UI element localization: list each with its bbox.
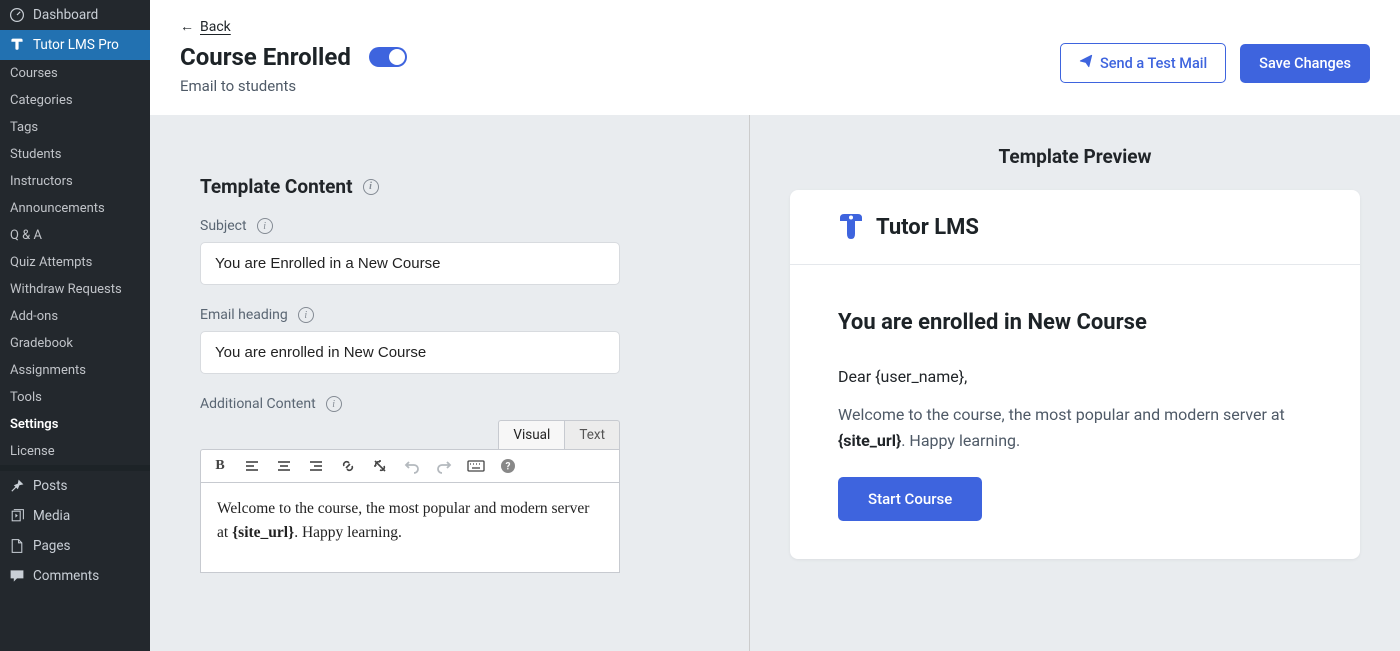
- sidebar-sub-tools[interactable]: Tools: [0, 384, 150, 411]
- preview-heading: Template Preview: [999, 145, 1152, 168]
- tab-visual[interactable]: Visual: [498, 420, 564, 449]
- back-link[interactable]: ← Back: [180, 18, 231, 35]
- send-test-mail-label: Send a Test Mail: [1100, 55, 1207, 72]
- arrow-left-icon: ←: [180, 18, 194, 35]
- wysiwyg-editor: Visual Text B ?: [200, 420, 620, 573]
- preview-card: Tutor LMS You are enrolled in New Course…: [790, 190, 1360, 559]
- tutor-lms-icon: [9, 37, 25, 53]
- enable-toggle[interactable]: [369, 47, 407, 67]
- sidebar-item-dashboard[interactable]: Dashboard: [0, 0, 150, 30]
- page-title: Course Enrolled: [180, 43, 351, 71]
- sidebar-sub-categories[interactable]: Categories: [0, 87, 150, 114]
- preview-email-heading: You are enrolled in New Course: [838, 310, 1312, 335]
- info-icon[interactable]: i: [257, 218, 273, 234]
- template-preview-panel: Template Preview Tutor LMS You are enrol…: [749, 115, 1400, 651]
- sidebar-sub-license[interactable]: License: [0, 438, 150, 465]
- redo-button[interactable]: [433, 455, 455, 477]
- email-heading-label: Email heading i: [200, 307, 699, 323]
- sidebar-comments-label: Comments: [33, 568, 99, 584]
- page-header: ← Back Course Enrolled Email to students: [150, 0, 1400, 115]
- back-label: Back: [200, 19, 231, 35]
- preview-body-text: Welcome to the course, the most popular …: [838, 402, 1312, 453]
- preview-greeting: Dear {user_name},: [838, 367, 1312, 386]
- sidebar-item-pages[interactable]: Pages: [0, 531, 150, 561]
- sidebar-sub-gradebook[interactable]: Gradebook: [0, 330, 150, 357]
- pushpin-icon: [9, 478, 25, 494]
- template-content-panel: Template Content i Subject i Email headi…: [150, 115, 749, 651]
- sidebar-item-media[interactable]: Media: [0, 501, 150, 531]
- main-content: ← Back Course Enrolled Email to students: [150, 0, 1400, 651]
- preview-brand-header: Tutor LMS: [790, 190, 1360, 265]
- align-center-button[interactable]: [273, 455, 295, 477]
- media-icon: [9, 508, 25, 524]
- unlink-button[interactable]: [369, 455, 391, 477]
- info-icon[interactable]: i: [298, 307, 314, 323]
- tutor-lms-logo-icon: [838, 212, 864, 242]
- preview-cta-button[interactable]: Start Course: [838, 477, 982, 521]
- editor-textarea[interactable]: Welcome to the course, the most popular …: [200, 483, 620, 573]
- info-icon[interactable]: i: [363, 179, 379, 195]
- sidebar-sub-withdraw-requests[interactable]: Withdraw Requests: [0, 276, 150, 303]
- subject-input[interactable]: [200, 242, 620, 285]
- tab-text[interactable]: Text: [564, 420, 620, 449]
- info-icon[interactable]: i: [326, 396, 342, 412]
- admin-sidebar: Dashboard Tutor LMS Pro Courses Categori…: [0, 0, 150, 651]
- template-content-heading: Template Content i: [200, 175, 699, 198]
- sidebar-active-label: Tutor LMS Pro: [33, 37, 119, 53]
- sidebar-sub-quiz-attempts[interactable]: Quiz Attempts: [0, 249, 150, 276]
- keyboard-button[interactable]: [465, 455, 487, 477]
- bold-button[interactable]: B: [209, 455, 231, 477]
- sidebar-dashboard-label: Dashboard: [33, 7, 98, 23]
- page-subtitle: Email to students: [180, 77, 407, 95]
- sidebar-posts-label: Posts: [33, 478, 67, 494]
- editor-toolbar: B ?: [200, 449, 620, 483]
- save-changes-label: Save Changes: [1259, 55, 1351, 72]
- sidebar-sub-courses[interactable]: Courses: [0, 60, 150, 87]
- paper-plane-icon: [1079, 54, 1093, 72]
- preview-brand-name: Tutor LMS: [876, 215, 979, 240]
- subject-label: Subject i: [200, 218, 699, 234]
- sidebar-sub-students[interactable]: Students: [0, 141, 150, 168]
- sidebar-sub-instructors[interactable]: Instructors: [0, 168, 150, 195]
- additional-content-label: Additional Content i: [200, 396, 699, 412]
- page-icon: [9, 538, 25, 554]
- help-button[interactable]: ?: [497, 455, 519, 477]
- sidebar-item-posts[interactable]: Posts: [0, 471, 150, 501]
- align-right-button[interactable]: [305, 455, 327, 477]
- link-button[interactable]: [337, 455, 359, 477]
- svg-text:?: ?: [506, 462, 511, 473]
- dashboard-icon: [9, 7, 25, 23]
- undo-button[interactable]: [401, 455, 423, 477]
- comment-icon: [9, 568, 25, 584]
- save-changes-button[interactable]: Save Changes: [1240, 44, 1370, 83]
- sidebar-sub-qa[interactable]: Q & A: [0, 222, 150, 249]
- email-heading-input[interactable]: [200, 331, 620, 374]
- sidebar-sub-addons[interactable]: Add-ons: [0, 303, 150, 330]
- sidebar-item-tutor-lms-pro[interactable]: Tutor LMS Pro: [0, 30, 150, 60]
- sidebar-media-label: Media: [33, 508, 70, 524]
- send-test-mail-button[interactable]: Send a Test Mail: [1060, 43, 1226, 83]
- sidebar-sub-tags[interactable]: Tags: [0, 114, 150, 141]
- sidebar-sub-settings[interactable]: Settings: [0, 411, 150, 438]
- sidebar-pages-label: Pages: [33, 538, 71, 554]
- sidebar-item-comments[interactable]: Comments: [0, 561, 150, 591]
- sidebar-sub-announcements[interactable]: Announcements: [0, 195, 150, 222]
- align-left-button[interactable]: [241, 455, 263, 477]
- sidebar-sub-assignments[interactable]: Assignments: [0, 357, 150, 384]
